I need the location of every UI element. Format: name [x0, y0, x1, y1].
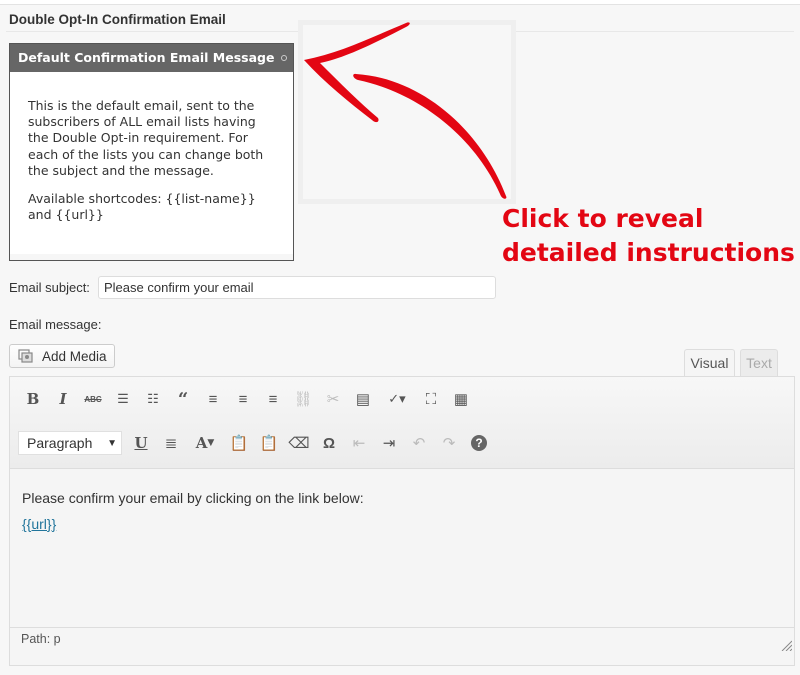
help-icon[interactable]: ?: [464, 431, 494, 455]
editor-content[interactable]: Please confirm your email by clicking on…: [22, 485, 364, 537]
tab-text[interactable]: Text: [740, 349, 778, 376]
format-select-value: Paragraph: [27, 435, 93, 451]
outdent-icon[interactable]: ⇤: [344, 431, 374, 455]
instructions-callout: Click to reveal detailed instructions: [502, 202, 795, 270]
align-right-icon[interactable]: ≡: [258, 387, 288, 411]
editor-toolbar: B I ABC ☰ ☷ “ ≡ ≡ ≡ ⛓ ✂ ▤ ✓▾ ⛶ ▦ Paragra…: [10, 377, 794, 469]
rich-text-editor: B I ABC ☰ ☷ “ ≡ ≡ ≡ ⛓ ✂ ▤ ✓▾ ⛶ ▦ Paragra…: [9, 376, 795, 666]
message-label: Email message:: [9, 317, 102, 332]
clear-formatting-icon[interactable]: ⌫: [284, 431, 314, 455]
undo-icon[interactable]: ↶: [404, 431, 434, 455]
chevron-down-icon: ▼: [107, 437, 117, 449]
default-message-tip-box: Default Confirmation Email Message This …: [9, 43, 294, 261]
format-select[interactable]: Paragraph ▼: [18, 431, 122, 455]
align-center-icon[interactable]: ≡: [228, 387, 258, 411]
blockquote-icon[interactable]: “: [168, 387, 198, 411]
link-icon[interactable]: ⛓: [288, 387, 318, 411]
element-path: Path: p: [21, 632, 61, 646]
strikethrough-icon[interactable]: ABC: [78, 387, 108, 411]
email-subject-input[interactable]: [98, 276, 496, 299]
toggle-dot-icon[interactable]: [281, 55, 287, 61]
panel-title: Double Opt-In Confirmation Email: [9, 12, 226, 27]
tip-body: This is the default email, sent to the s…: [10, 72, 293, 223]
tip-shortcodes: Available shortcodes: {{list-name}} and …: [28, 191, 256, 223]
tip-header[interactable]: Default Confirmation Email Message: [10, 44, 293, 72]
unlink-icon[interactable]: ✂: [318, 387, 348, 411]
media-icon: [18, 349, 33, 363]
content-paragraph: Please confirm your email by clicking on…: [22, 490, 364, 506]
arrow-tail: [353, 73, 507, 199]
divider: [516, 31, 794, 32]
tip-paragraph: This is the default email, sent to the s…: [28, 98, 264, 178]
text-color-icon[interactable]: A ▼: [186, 431, 224, 455]
tab-visual[interactable]: Visual: [684, 349, 735, 376]
subject-label: Email subject:: [9, 280, 90, 295]
paste-word-icon[interactable]: 📋: [254, 431, 284, 455]
callout-line1: Click to reveal: [502, 204, 704, 233]
resize-handle-icon[interactable]: [780, 639, 792, 651]
fullscreen-icon[interactable]: ⛶: [416, 387, 446, 411]
add-media-label: Add Media: [42, 348, 107, 364]
editor-statusbar: Path: p: [10, 627, 794, 665]
italic-icon[interactable]: I: [48, 387, 78, 411]
toolbar-row-2: Paragraph ▼ U ≣ A ▼ 📋 📋 ⌫ Ω ⇤ ⇥ ↶ ↷ ?: [18, 431, 494, 455]
add-media-button[interactable]: Add Media: [9, 344, 115, 368]
spellcheck-icon[interactable]: ✓▾: [378, 387, 416, 411]
redo-icon[interactable]: ↷: [434, 431, 464, 455]
indent-icon[interactable]: ⇥: [374, 431, 404, 455]
kitchen-sink-icon[interactable]: ▦: [446, 387, 476, 411]
url-shortcode-link[interactable]: {{url}}: [22, 516, 56, 532]
align-left-icon[interactable]: ≡: [198, 387, 228, 411]
underline-icon[interactable]: U: [126, 431, 156, 455]
tip-title: Default Confirmation Email Message: [18, 50, 275, 65]
more-tag-icon[interactable]: ▤: [348, 387, 378, 411]
arrow-head: [304, 22, 410, 123]
red-arrow-icon: [304, 22, 507, 199]
toolbar-row-1: B I ABC ☰ ☷ “ ≡ ≡ ≡ ⛓ ✂ ▤ ✓▾ ⛶ ▦: [18, 387, 476, 411]
tip-footer: [10, 254, 293, 260]
special-character-icon[interactable]: Ω: [314, 431, 344, 455]
justify-icon[interactable]: ≣: [156, 431, 186, 455]
numbered-list-icon[interactable]: ☷: [138, 387, 168, 411]
bullet-list-icon[interactable]: ☰: [108, 387, 138, 411]
bold-icon[interactable]: B: [18, 387, 48, 411]
paste-text-icon[interactable]: 📋: [224, 431, 254, 455]
callout-line2: detailed instructions: [502, 238, 795, 267]
